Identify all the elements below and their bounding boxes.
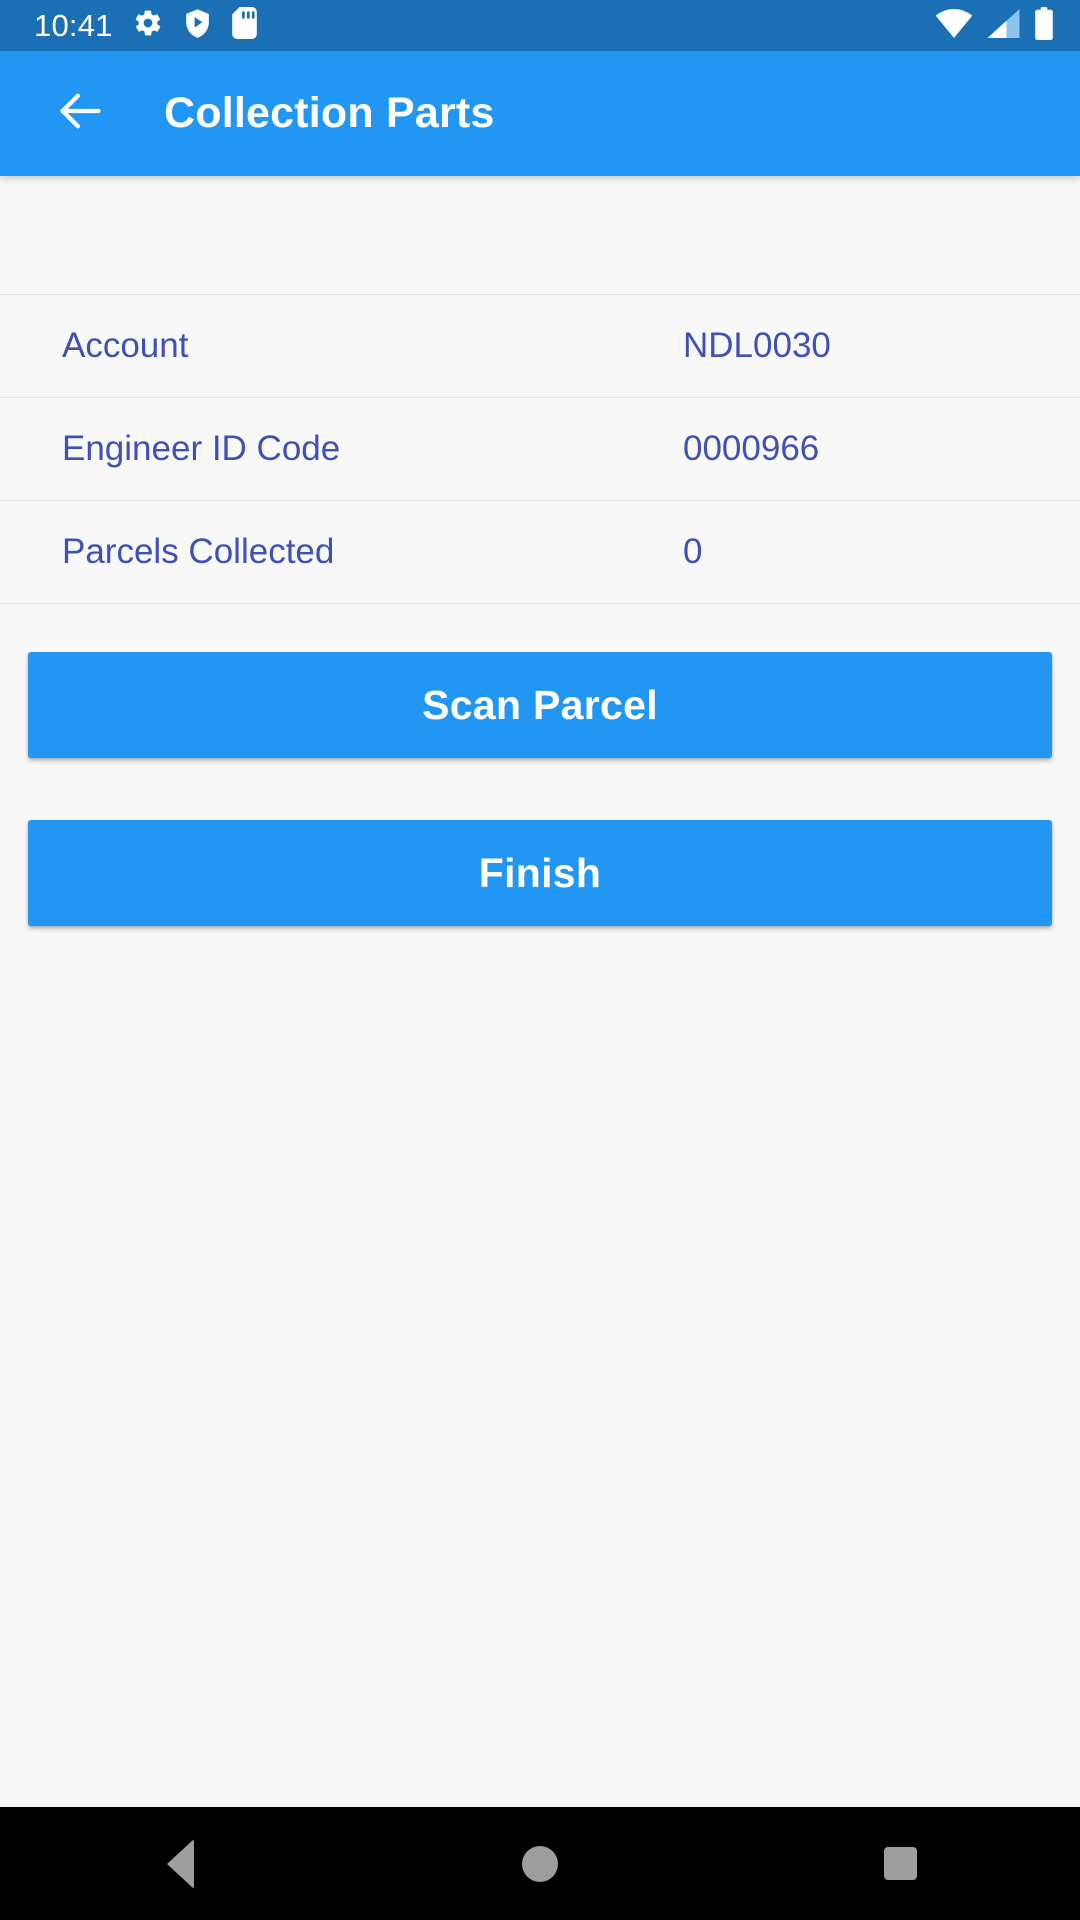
wifi-icon	[935, 8, 973, 43]
action-button-group: Scan Parcel Finish	[0, 604, 1080, 926]
cellular-signal-icon	[987, 8, 1020, 43]
detail-label: Account	[62, 326, 189, 365]
table-row: Engineer ID Code 0000966	[0, 398, 1080, 501]
detail-value: 0000966	[683, 429, 820, 468]
gear-icon	[133, 8, 163, 43]
status-bar-clock: 10:41	[34, 8, 113, 43]
android-navigation-bar	[0, 1807, 1080, 1920]
detail-label: Engineer ID Code	[62, 429, 341, 468]
square-recents-icon	[883, 1847, 917, 1880]
circle-home-icon	[522, 1845, 558, 1882]
detail-label: Parcels Collected	[62, 532, 335, 571]
triangle-back-icon	[166, 1838, 194, 1889]
detail-value: 0	[683, 532, 703, 571]
app-bar: Collection Parts	[0, 51, 1080, 176]
arrow-left-icon	[54, 85, 106, 142]
status-bar-right-group	[935, 6, 1054, 45]
status-bar: 10:41	[0, 0, 1080, 51]
finish-button[interactable]: Finish	[28, 820, 1052, 926]
nav-recents-button[interactable]	[810, 1807, 990, 1920]
details-list: Account NDL0030 Engineer ID Code 0000966…	[0, 294, 1080, 604]
phone-screen: 10:41 Collection Parts Account NDL0030 E…	[0, 0, 1080, 1920]
shield-play-icon	[183, 8, 212, 44]
back-button[interactable]	[48, 82, 112, 146]
nav-home-button[interactable]	[450, 1807, 630, 1920]
table-row: Account NDL0030	[0, 295, 1080, 398]
detail-value: NDL0030	[683, 326, 831, 365]
nav-back-button[interactable]	[90, 1807, 270, 1920]
page-title: Collection Parts	[164, 89, 495, 137]
status-bar-left-group: 10:41	[34, 7, 257, 44]
content-top-spacer	[0, 176, 1080, 294]
table-row: Parcels Collected 0	[0, 501, 1080, 604]
main-content: Account NDL0030 Engineer ID Code 0000966…	[0, 176, 1080, 1920]
sd-card-icon	[231, 7, 257, 44]
battery-icon	[1034, 6, 1054, 45]
scan-parcel-button[interactable]: Scan Parcel	[28, 652, 1052, 758]
